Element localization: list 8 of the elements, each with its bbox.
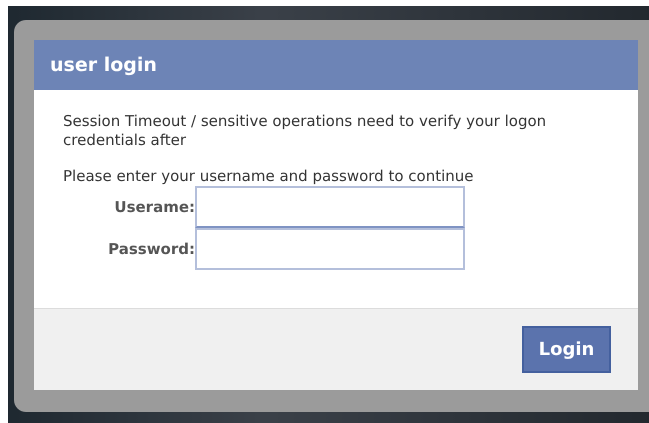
field-label: Password:: [107, 240, 195, 258]
input-field[interactable]: [195, 186, 465, 228]
dialog-title: user login: [50, 54, 157, 76]
login-button[interactable]: Login: [522, 326, 611, 373]
instruction-text: Please enter your username and password to continue: [63, 167, 475, 186]
input-field[interactable]: [195, 228, 465, 270]
field-label: Userame:: [113, 198, 195, 216]
session-message: Session Timeout / sensitive operations need to verify your logon credentials after: [63, 112, 548, 150]
